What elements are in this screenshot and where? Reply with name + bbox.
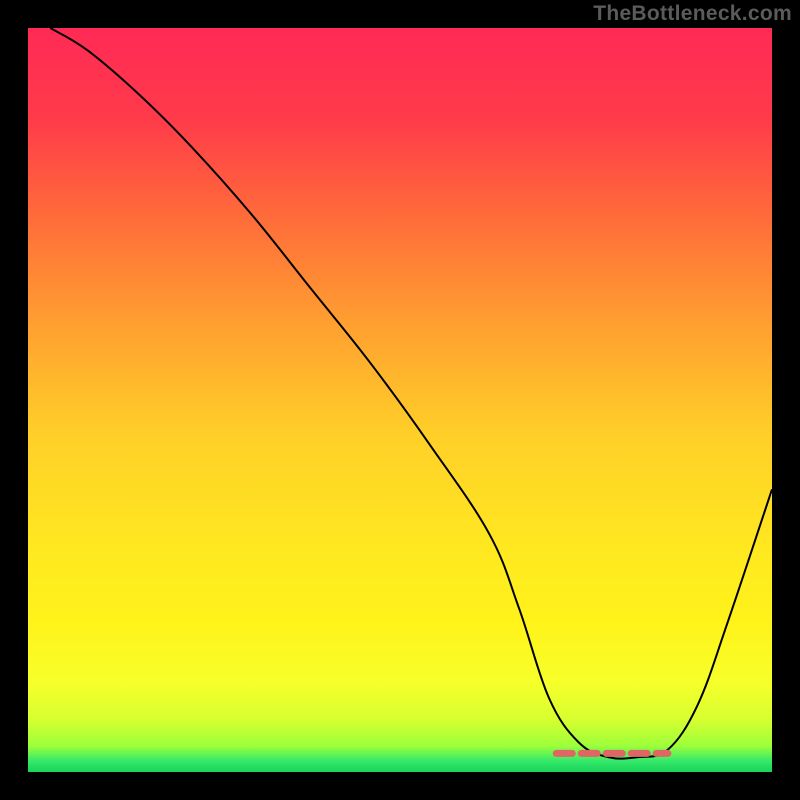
plot-area [28, 28, 772, 772]
watermark-text: TheBottleneck.com [593, 2, 792, 26]
bottleneck-chart [0, 0, 800, 800]
chart-stage: TheBottleneck.com [0, 0, 800, 800]
